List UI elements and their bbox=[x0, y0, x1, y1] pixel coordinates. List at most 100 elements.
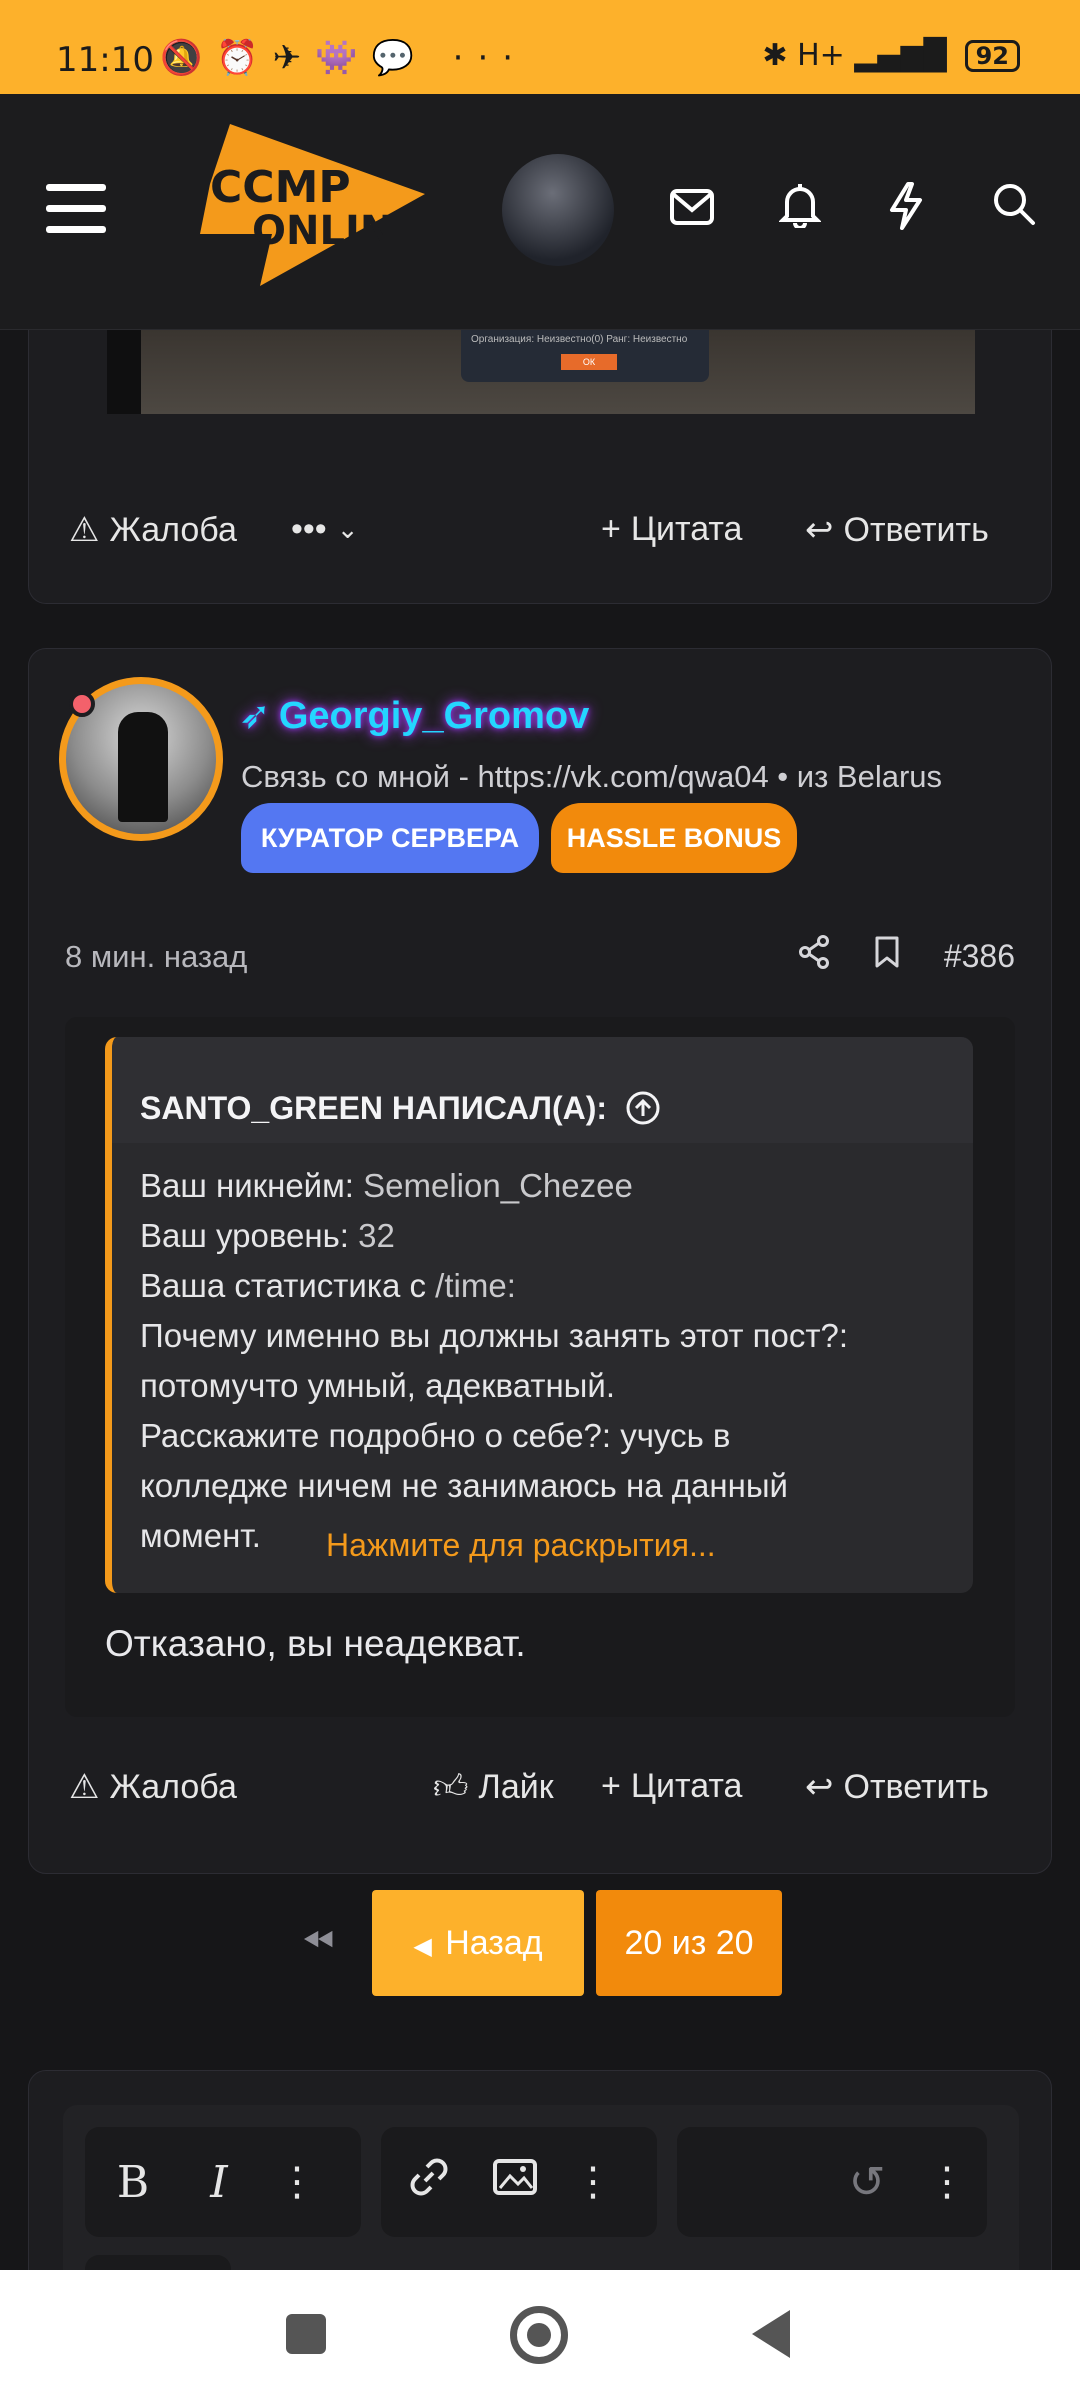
lightning-icon[interactable] bbox=[878, 182, 934, 238]
notification-icons: 🔕⏰✈👾💬 ··· bbox=[160, 38, 528, 78]
quote-button[interactable]: + Цитата bbox=[601, 510, 742, 549]
arrow-up-circle-icon[interactable] bbox=[625, 1090, 661, 1126]
previous-post: Организация: Неизвестно(0) Ранг: Неизвес… bbox=[28, 330, 1052, 604]
insert-group: ⋮ bbox=[381, 2127, 657, 2237]
post-meta-actions: #386 bbox=[798, 935, 1015, 977]
chevron-down-icon: ⌄ bbox=[336, 514, 359, 544]
quote-author: SANTO_GREEN НАПИСАЛ(А): bbox=[140, 1089, 608, 1126]
current-user-avatar[interactable] bbox=[502, 154, 614, 266]
like-label: Лайк bbox=[478, 1768, 554, 1806]
quote-line-label: Ваш никнейм: bbox=[140, 1167, 354, 1204]
quote-line-value: Semelion_Chezee bbox=[353, 1167, 633, 1204]
quote-label: Цитата bbox=[630, 1767, 743, 1805]
mail-icon[interactable] bbox=[664, 182, 720, 238]
report-label: Жалоба bbox=[109, 510, 237, 549]
more-vertical-icon[interactable]: ⋮ bbox=[257, 2159, 337, 2205]
quote-line-label: потомучто умный, адекватный. bbox=[140, 1367, 615, 1404]
quote-header[interactable]: SANTO_GREEN НАПИСАЛ(А): bbox=[112, 1037, 973, 1143]
pagination: ⏪︎ ◀ Назад 20 из 20 bbox=[0, 1890, 1080, 2000]
post-screenshot[interactable]: Организация: Неизвестно(0) Ранг: Неизвес… bbox=[107, 330, 975, 414]
post-time[interactable]: 8 мин. назад bbox=[65, 939, 247, 975]
quote-block: SANTO_GREEN НАПИСАЛ(А): Ваш никнейм: Sem… bbox=[105, 1037, 973, 1593]
prev-page-label: Назад bbox=[445, 1924, 543, 1962]
prev-page-button[interactable]: ◀ Назад bbox=[372, 1890, 584, 1996]
status-time: 11:10 bbox=[56, 40, 154, 80]
first-page-icon[interactable]: ⏪︎ bbox=[302, 1920, 334, 1965]
menu-icon[interactable] bbox=[46, 184, 106, 234]
home-icon[interactable] bbox=[510, 2306, 568, 2364]
post-actions: ⚠ Жалоба 👍︎ Лайк + Цитата ↩ Ответить bbox=[29, 1767, 1051, 1827]
logo-line1: CCMP bbox=[210, 162, 351, 213]
quote-line-value: 32 bbox=[348, 1217, 395, 1254]
quote-line: Ваш уровень: 32 bbox=[140, 1211, 945, 1261]
username[interactable]: ➶ Georgiy_Gromov bbox=[239, 693, 589, 738]
screenshot-ok: ОК bbox=[561, 354, 617, 370]
undo-icon[interactable]: ↺ bbox=[827, 2157, 907, 2208]
quote-line: Ваш никнейм: Semelion_Chezee bbox=[140, 1161, 945, 1211]
system-icons: ✱ H+ ▂▄▆█ 92 bbox=[762, 38, 1020, 73]
quote-button[interactable]: + Цитата bbox=[601, 1767, 742, 1806]
forum-post: ➶ Georgiy_Gromov Связь со мной - https://… bbox=[28, 648, 1052, 1874]
more-vertical-icon[interactable]: ⋮ bbox=[907, 2159, 987, 2205]
bell-icon[interactable] bbox=[772, 182, 828, 238]
quote-line: колледже ничем не занимаюсь на данный bbox=[140, 1461, 945, 1511]
warning-icon: ⚠ bbox=[69, 1768, 100, 1806]
reply-label: Ответить bbox=[843, 510, 989, 549]
like-button[interactable]: 👍︎ Лайк bbox=[433, 1767, 554, 1808]
plus-icon: + bbox=[601, 510, 621, 548]
link-icon[interactable] bbox=[381, 2155, 477, 2210]
quote-line-label: момент. bbox=[140, 1517, 261, 1554]
report-label: Жалоба bbox=[109, 1767, 237, 1806]
quote-line: Ваша статистика с /time: bbox=[140, 1261, 945, 1311]
reply-icon: ↩ bbox=[805, 511, 834, 549]
more-menu-button[interactable]: ••• ⌄ bbox=[291, 510, 359, 549]
quote-line: Расскажите подробно о себе?: учусь в bbox=[140, 1411, 945, 1461]
post-number[interactable]: #386 bbox=[944, 938, 1015, 975]
quote-body: Ваш никнейм: Semelion_Chezee Ваш уровень… bbox=[112, 1143, 973, 1579]
signal-icon: ✱ H+ ▂▄▆█ bbox=[762, 38, 947, 73]
quote-label: Цитата bbox=[630, 510, 743, 548]
report-button[interactable]: ⚠ Жалоба bbox=[69, 510, 237, 550]
warning-icon: ⚠ bbox=[69, 511, 100, 549]
username-text: Georgiy_Gromov bbox=[278, 695, 590, 737]
badge-hassle-bonus: HASSLE BONUS bbox=[551, 803, 797, 873]
reply-label: Ответить bbox=[843, 1767, 989, 1806]
italic-button[interactable]: I bbox=[181, 2157, 257, 2208]
thumbs-up-icon: 👍︎ bbox=[433, 1768, 469, 1806]
badge-curator: КУРАТОР СЕРВЕРА bbox=[241, 803, 539, 873]
quote-line-label: колледже ничем не занимаюсь на данный bbox=[140, 1467, 788, 1504]
quote-line: потомучто умный, адекватный. bbox=[140, 1361, 945, 1411]
share-icon[interactable] bbox=[798, 935, 830, 977]
caret-left-icon: ◀ bbox=[413, 1933, 446, 1960]
quote-line-value: /time: bbox=[426, 1267, 516, 1304]
bold-button[interactable]: B bbox=[85, 2157, 181, 2208]
recents-icon[interactable] bbox=[286, 2314, 326, 2354]
rocket-icon: ➶ bbox=[239, 695, 271, 737]
reply-button[interactable]: ↩ Ответить bbox=[805, 1767, 989, 1807]
bookmark-icon[interactable] bbox=[874, 935, 900, 977]
reply-button[interactable]: ↩ Ответить bbox=[805, 510, 989, 550]
logo-line2: ONLINE bbox=[252, 208, 421, 254]
online-status-dot bbox=[69, 691, 95, 717]
expand-quote-link[interactable]: Нажмите для раскрытия... bbox=[326, 1527, 716, 1564]
battery-icon: 92 bbox=[964, 39, 1020, 72]
back-icon[interactable] bbox=[752, 2310, 790, 2358]
report-button[interactable]: ⚠ Жалоба bbox=[69, 1767, 237, 1807]
site-logo[interactable]: CCMP ONLINE bbox=[200, 124, 425, 286]
history-group: ↺ ⋮ bbox=[677, 2127, 987, 2237]
quote-line-label: Ваш уровень: bbox=[140, 1217, 349, 1254]
quote-line-label: Ваша статистика с bbox=[140, 1267, 427, 1304]
quote-line-label: Расскажите подробно о себе?: учусь в bbox=[140, 1417, 731, 1454]
status-bar: 11:10 🔕⏰✈👾💬 ··· ✱ H+ ▂▄▆█ 92 bbox=[0, 0, 1080, 94]
post-message: Отказано, вы неадекват. bbox=[105, 1623, 526, 1664]
more-vertical-icon[interactable]: ⋮ bbox=[553, 2159, 633, 2205]
page-selector[interactable]: 20 из 20 bbox=[596, 1890, 782, 1996]
reply-icon: ↩ bbox=[805, 1768, 834, 1806]
quote-line: Почему именно вы должны занять этот пост… bbox=[140, 1311, 945, 1361]
format-group: B I ⋮ bbox=[85, 2127, 361, 2237]
post-body: SANTO_GREEN НАПИСАЛ(А): Ваш никнейм: Sem… bbox=[65, 1017, 1015, 1717]
more-label: ••• bbox=[291, 510, 327, 548]
site-header: CCMP ONLINE bbox=[0, 94, 1080, 330]
search-icon[interactable] bbox=[986, 182, 1042, 238]
image-icon[interactable] bbox=[477, 2157, 553, 2207]
